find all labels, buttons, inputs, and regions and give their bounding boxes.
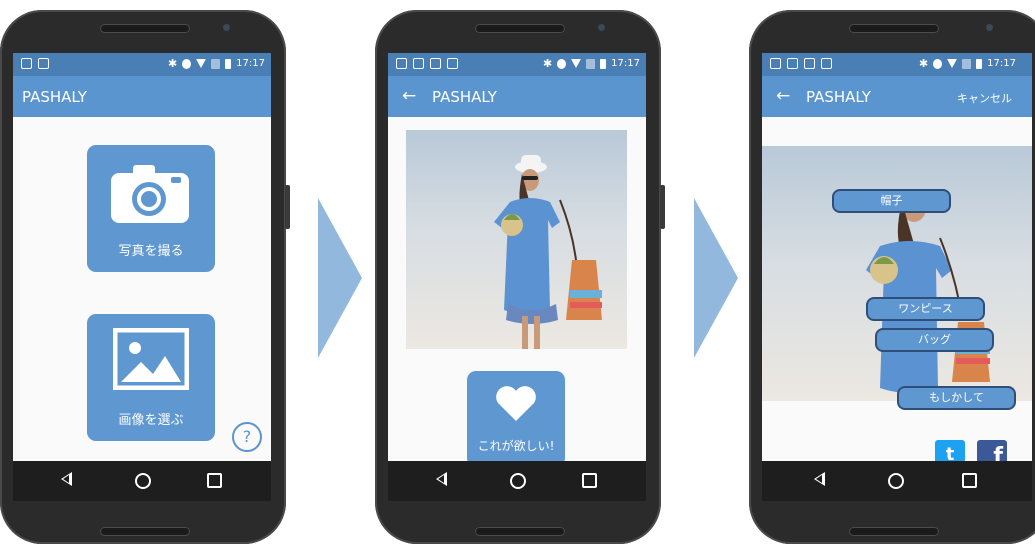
nav-back-icon[interactable]: [436, 472, 447, 486]
notification-icon: [21, 58, 32, 69]
take-photo-button[interactable]: 写真を撮る: [87, 145, 215, 272]
clock: 17:17: [236, 58, 265, 69]
selected-photo: [406, 130, 627, 349]
flow-arrow-1: [318, 198, 362, 358]
detected-tag-dress[interactable]: ワンピース: [866, 297, 985, 321]
wifi-icon: [196, 59, 207, 68]
nav-bar: [762, 461, 1032, 501]
phone-1: ✱ 17:17 PASHALY 写真を撮る 画像を選ぶ ?: [0, 10, 290, 544]
take-photo-label: 写真を撮る: [118, 244, 184, 259]
phone-3: ✱ 17:17 ← PASHALY キャンセル 帽子 ワンピース バッグ もしか…: [749, 10, 1035, 544]
analyzed-photo: [762, 146, 1032, 401]
back-arrow-icon[interactable]: ←: [402, 86, 416, 106]
status-bar: ✱ 17:17: [762, 53, 1032, 76]
bluetooth-icon: ✱: [167, 57, 178, 70]
notification-icon: [396, 58, 407, 69]
app-bar: PASHALY: [13, 76, 271, 117]
notification-icon: [821, 58, 832, 69]
nav-back-icon[interactable]: [814, 472, 825, 486]
detected-tag-maybe[interactable]: もしかして: [897, 386, 1016, 410]
notification-icon: [447, 58, 458, 69]
nav-back-icon[interactable]: [61, 472, 72, 486]
app-title: PASHALY: [22, 88, 87, 106]
app-bar: ← PASHALY: [388, 76, 646, 117]
earpiece: [849, 24, 939, 33]
detected-tag-hat[interactable]: 帽子: [832, 189, 951, 213]
battery-icon: [600, 58, 607, 69]
signal-icon: [962, 58, 972, 69]
clock: 17:17: [611, 58, 640, 69]
battery-icon: [225, 58, 232, 69]
notification-icon: [804, 58, 815, 69]
beach-woman-image: [762, 146, 1032, 401]
power-button: [285, 185, 290, 229]
app-title: PASHALY: [432, 88, 497, 106]
nav-recent-icon[interactable]: [207, 473, 222, 488]
dnd-icon: [182, 58, 192, 69]
notification-icon: [38, 58, 49, 69]
choose-image-button[interactable]: 画像を選ぶ: [87, 314, 215, 441]
choose-image-label: 画像を選ぶ: [118, 413, 184, 428]
bluetooth-icon: ✱: [542, 57, 553, 70]
nav-recent-icon[interactable]: [582, 473, 597, 488]
front-camera: [598, 24, 605, 31]
dnd-icon: [557, 58, 567, 69]
phone-2: ✱ 17:17 ← PASHALY これが欲しい!: [375, 10, 665, 544]
cancel-button[interactable]: キャンセル: [957, 90, 1012, 106]
signal-icon: [586, 58, 596, 69]
bottom-speaker: [100, 527, 190, 536]
want-this-button[interactable]: これが欲しい!: [467, 371, 565, 467]
beach-woman-image: [406, 130, 627, 349]
wifi-icon: [571, 59, 582, 68]
notification-icon: [430, 58, 441, 69]
flow-arrow-2: [694, 198, 738, 358]
app-title: PASHALY: [806, 88, 871, 106]
screen-results: ✱ 17:17 ← PASHALY キャンセル 帽子 ワンピース バッグ もしか…: [762, 53, 1032, 501]
image-icon: [113, 328, 189, 390]
want-this-label: これが欲しい!: [477, 439, 555, 453]
notification-icon: [770, 58, 781, 69]
clock: 17:17: [987, 58, 1016, 69]
nav-recent-icon[interactable]: [962, 473, 977, 488]
screen-home: ✱ 17:17 PASHALY 写真を撮る 画像を選ぶ ?: [13, 53, 271, 501]
earpiece: [100, 24, 190, 33]
signal-icon: [211, 58, 221, 69]
back-arrow-icon[interactable]: ←: [776, 86, 790, 106]
app-bar: ← PASHALY キャンセル: [762, 76, 1032, 117]
notification-icon: [787, 58, 798, 69]
bottom-speaker: [849, 527, 939, 536]
status-bar: ✱ 17:17: [388, 53, 646, 76]
front-camera: [223, 24, 230, 31]
status-bar: ✱ 17:17: [13, 53, 271, 76]
front-camera: [986, 24, 993, 31]
bottom-speaker: [475, 527, 565, 536]
battery-icon: [976, 58, 983, 69]
screen-preview: ✱ 17:17 ← PASHALY これが欲しい!: [388, 53, 646, 501]
nav-bar: [388, 461, 646, 501]
nav-home-icon[interactable]: [135, 473, 151, 489]
camera-icon: [111, 165, 189, 223]
help-button[interactable]: ?: [232, 422, 262, 452]
detected-tag-bag[interactable]: バッグ: [875, 328, 994, 352]
earpiece: [475, 24, 565, 33]
notification-icon: [413, 58, 424, 69]
heart-icon: [496, 386, 536, 421]
nav-home-icon[interactable]: [888, 473, 904, 489]
power-button: [660, 185, 665, 229]
wifi-icon: [947, 59, 958, 68]
nav-bar: [13, 461, 271, 501]
bluetooth-icon: ✱: [918, 57, 929, 70]
dnd-icon: [933, 58, 943, 69]
nav-home-icon[interactable]: [510, 473, 526, 489]
